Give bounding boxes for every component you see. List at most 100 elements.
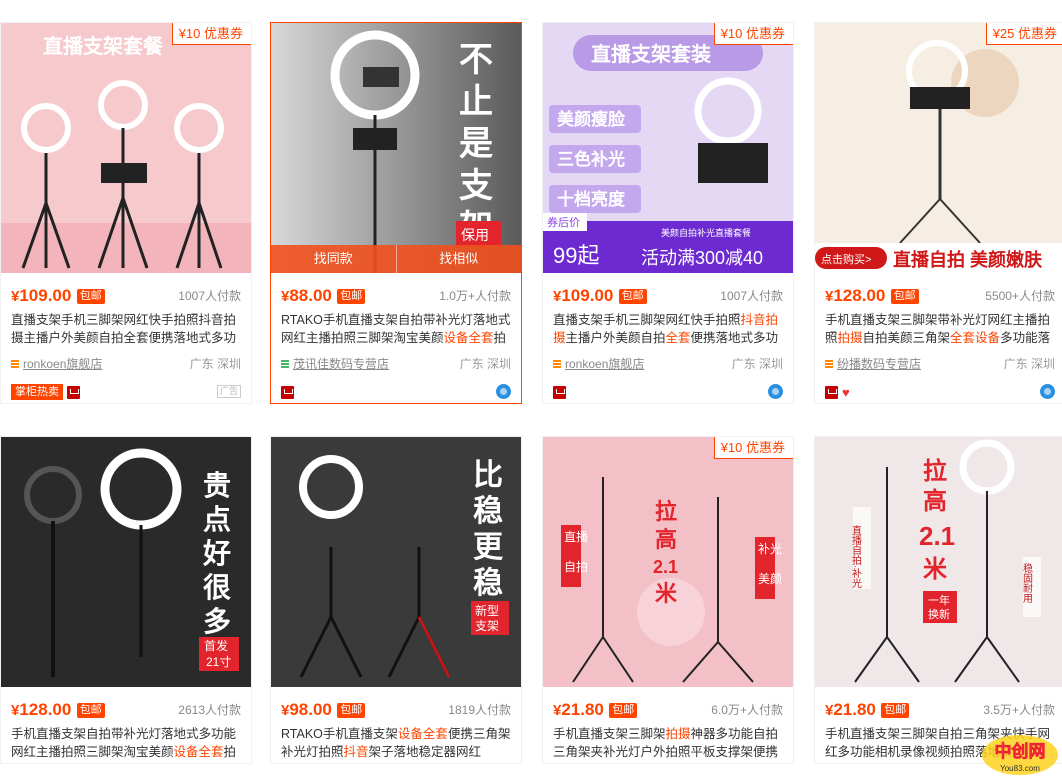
product-card[interactable]: 拉 高 2.1 米 直播 自拍 补光 美颜 ¥10 优惠券 ¥21.80 包邮 …: [542, 436, 794, 764]
wangwang-chat-icon[interactable]: [1040, 384, 1055, 399]
product-card[interactable]: 直播支架套装 美颜瘦脸 三色补光 十档亮度 券后价 99起 活动满300减40 …: [542, 22, 794, 404]
svg-text:直播支架套装: 直播支架套装: [591, 42, 711, 66]
price: ¥109.00: [11, 286, 72, 305]
title-keyword-highlight: 抖音: [343, 745, 369, 759]
coupon-badge[interactable]: ¥10 优惠券: [171, 23, 251, 45]
svg-text:多: 多: [203, 606, 231, 637]
paid-count: 1007人付款: [720, 289, 783, 303]
free-shipping-badge: 包邮: [890, 289, 919, 304]
tmall-icon[interactable]: [553, 385, 566, 399]
svg-text:米: 米: [655, 581, 678, 606]
find-similar-button[interactable]: 找相似: [395, 245, 522, 273]
svg-text:拉: 拉: [923, 457, 947, 485]
title-keyword-highlight: 拍摄: [665, 727, 691, 741]
product-image[interactable]: 比 稳 更 稳 新型 支架: [271, 437, 521, 687]
paid-count: 2613人付款: [178, 703, 241, 717]
paid-count: 6.0万+人付款: [711, 703, 783, 717]
svg-text:新型: 新型: [475, 603, 499, 618]
title-text: 架子落地稳定器网红: [368, 745, 482, 759]
ad-label: 广告: [216, 385, 241, 398]
location: 广东 深圳: [189, 357, 241, 371]
title-text: 拍: [223, 745, 237, 759]
svg-text:2.1: 2.1: [919, 521, 955, 551]
site-watermark-logo: 中创网 You83.com: [982, 735, 1058, 775]
tmall-icon[interactable]: [825, 385, 838, 399]
svg-text:比: 比: [473, 459, 503, 492]
svg-text:止: 止: [459, 83, 493, 121]
product-title[interactable]: 手机直播支架自拍带补光灯落地式多功能网红主播拍照三脚架淘宝美颜设备全套拍抖音: [1, 725, 251, 763]
product-image[interactable]: 不 止 是 支 架 保用 找同款 找相似: [271, 23, 521, 273]
product-photo-graphic: 点击购买> 直播自拍 美颜嫩肤: [815, 23, 1062, 273]
price: ¥98.00: [281, 700, 332, 719]
product-card[interactable]: 直播支架套餐 ¥10 优惠券 ¥109.00 包邮 1007人付款 直播支架手机…: [0, 22, 252, 404]
product-photo-graphic: 不 止 是 支 架 保用: [271, 23, 521, 273]
coupon-badge[interactable]: ¥25 优惠券: [985, 23, 1062, 45]
product-title[interactable]: RTAKO手机直播支架自拍带补光灯落地式网红主播拍照三脚架淘宝美颜设备全套拍抖: [271, 311, 521, 349]
svg-text:很: 很: [203, 572, 231, 603]
free-shipping-badge: 包邮: [76, 289, 105, 304]
title-text: 主播户外美颜自拍: [565, 331, 666, 345]
shop-icon: [553, 360, 561, 368]
title-keyword-highlight: 全套设备: [950, 331, 1001, 345]
svg-text:2.1: 2.1: [653, 557, 678, 577]
product-image[interactable]: 贵 点 好 很 多 首发 21寸: [1, 437, 251, 687]
price: ¥128.00: [11, 700, 72, 719]
price: ¥88.00: [281, 286, 332, 305]
product-image[interactable]: 直播支架套装 美颜瘦脸 三色补光 十档亮度 券后价 99起 活动满300减40 …: [543, 23, 793, 273]
free-shipping-badge: 包邮: [337, 703, 366, 718]
svg-text:一年: 一年: [928, 593, 950, 607]
product-title[interactable]: 手机直播支架三脚架带补光灯网红主播拍照拍摄自拍美颜三角架全套设备多功能落地快: [815, 311, 1062, 349]
coupon-badge[interactable]: ¥10 优惠券: [713, 437, 793, 459]
free-shipping-badge: 包邮: [618, 289, 647, 304]
product-title[interactable]: 直播支架手机三脚架网红快手拍照抖音拍摄主播户外美颜自拍全套便携落地式多功能套: [543, 311, 793, 349]
product-card[interactable]: 拉 高 2.1 米 一年 换新 直播自拍·补光 稳固耐用 ¥21.80 包邮 3…: [814, 436, 1062, 764]
product-card[interactable]: 贵 点 好 很 多 首发 21寸 ¥128.00 包邮 2613人付款 手机直播…: [0, 436, 252, 764]
title-keyword-highlight: 全套: [665, 331, 691, 345]
svg-text:中创网: 中创网: [995, 741, 1046, 761]
svg-text:稳: 稳: [473, 567, 503, 600]
product-photo-graphic: 直播支架套装 美颜瘦脸 三色补光 十档亮度 券后价 99起 活动满300减40 …: [543, 23, 793, 273]
price: ¥109.00: [553, 286, 614, 305]
product-image[interactable]: 点击购买> 直播自拍 美颜嫩肤 ¥25 优惠券: [815, 23, 1062, 273]
svg-text:美颜自拍补光直播套餐: 美颜自拍补光直播套餐: [661, 227, 751, 238]
svg-text:补光: 补光: [758, 542, 782, 556]
shop-name[interactable]: ronkoen旗舰店: [565, 357, 644, 371]
svg-text:更: 更: [473, 531, 504, 564]
location: 广东 深圳: [1003, 357, 1055, 371]
paid-count: 5500+人付款: [985, 289, 1055, 303]
product-card[interactable]: 不 止 是 支 架 保用 找同款 找相似 ¥88.00 包邮 1.0万+人付款 …: [270, 22, 522, 404]
shop-name[interactable]: 纷播数码专营店: [837, 357, 921, 371]
product-image[interactable]: 拉 高 2.1 米 一年 换新 直播自拍·补光 稳固耐用: [815, 437, 1062, 687]
tmall-icon[interactable]: [281, 385, 294, 399]
free-shipping-badge: 包邮: [881, 703, 910, 718]
tmall-icon[interactable]: [67, 385, 80, 399]
title-text: 手机直播支架三脚架: [553, 727, 666, 741]
free-shipping-badge: 包邮: [609, 703, 638, 718]
image-headline: 直播支架套餐: [43, 34, 164, 58]
hot-sale-tag: 掌柜热卖: [11, 384, 63, 400]
shop-name[interactable]: 茂讯佳数码专营店: [293, 357, 389, 371]
product-title[interactable]: 手机直播支架三脚架拍摄神器多功能自拍三角架夹补光灯户外拍照平板支撑架便携落地: [543, 725, 793, 763]
product-card[interactable]: 比 稳 更 稳 新型 支架 ¥98.00 包邮 1819人付款 RTAKO手机直…: [270, 436, 522, 764]
svg-text:高: 高: [923, 487, 947, 515]
coupon-badge[interactable]: ¥10 优惠券: [713, 23, 793, 45]
product-image[interactable]: 拉 高 2.1 米 直播 自拍 补光 美颜 ¥10 优惠券: [543, 437, 793, 687]
product-image[interactable]: 直播支架套餐 ¥10 优惠券: [1, 23, 251, 273]
find-same-button[interactable]: 找同款: [271, 245, 396, 273]
paid-count: 1007人付款: [178, 289, 241, 303]
svg-text:活动满300减40: 活动满300减40: [641, 248, 763, 268]
favorite-heart-icon: ♥: [842, 384, 850, 400]
svg-text:美颜瘦脸: 美颜瘦脸: [557, 109, 626, 129]
svg-text:是: 是: [459, 125, 493, 163]
product-card[interactable]: 点击购买> 直播自拍 美颜嫩肤 ¥25 优惠券 ¥128.00 包邮 5500+…: [814, 22, 1062, 404]
wangwang-chat-icon[interactable]: [768, 384, 783, 399]
product-title[interactable]: RTAKO手机直播支架设备全套便携三角架补光灯拍照抖音架子落地稳定器网红: [271, 725, 521, 763]
product-photo-graphic: 拉 高 2.1 米 一年 换新 直播自拍·补光 稳固耐用: [815, 437, 1062, 687]
svg-text:换新: 换新: [928, 607, 950, 621]
product-title[interactable]: 直播支架手机三脚架网红快手拍照抖音拍摄主播户外美颜自拍全套便携落地式多功能套: [1, 311, 251, 349]
location: 广东 深圳: [731, 357, 783, 371]
free-shipping-badge: 包邮: [337, 289, 366, 304]
wangwang-chat-icon[interactable]: [496, 384, 511, 399]
product-photo-graphic: 贵 点 好 很 多 首发 21寸: [1, 437, 251, 687]
shop-name[interactable]: ronkoen旗舰店: [23, 357, 102, 371]
